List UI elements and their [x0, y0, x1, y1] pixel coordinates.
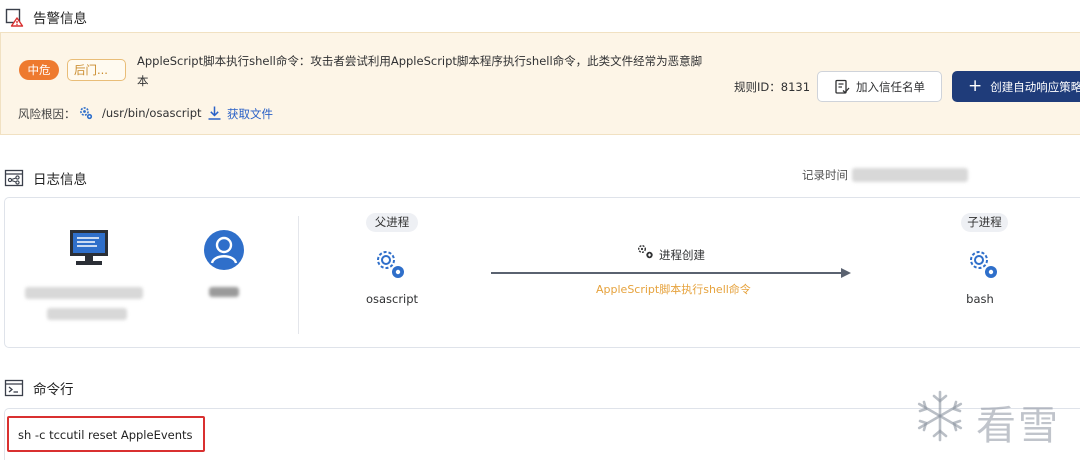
command-section-title: 命令行	[33, 382, 74, 398]
create-button-label: 创建自动响应策略	[990, 79, 1080, 94]
divider	[298, 216, 299, 334]
rule-id: 规则ID：8131	[734, 80, 811, 94]
parent-process-name: osascript	[365, 292, 419, 306]
alert-description: AppleScript脚本执行shell命令：攻击者尝试利用AppleScrip…	[137, 54, 703, 88]
root-cause-label: 风险根因：	[18, 107, 76, 121]
watermark-text: 看雪	[976, 403, 1060, 449]
process-create-icon	[637, 244, 655, 260]
severity-tag: 中危	[19, 60, 59, 80]
alert-section-title: 告警信息	[33, 11, 87, 27]
add-to-trust-list-button[interactable]: 加入信任名单	[817, 71, 942, 102]
plus-icon: +	[968, 76, 983, 96]
process-arrow	[491, 272, 843, 274]
process-create-label: 进程创建	[659, 248, 705, 262]
log-section-header: 日志信息	[0, 166, 87, 190]
record-time-value-redacted	[852, 168, 968, 182]
username-redacted	[209, 287, 239, 297]
download-icon[interactable]	[207, 105, 222, 121]
trust-button-label: 加入信任名单	[856, 79, 925, 94]
create-response-policy-button[interactable]: + 创建自动响应策略	[952, 71, 1080, 102]
host-ip-redacted	[47, 308, 127, 320]
user-avatar-icon	[204, 230, 244, 270]
alert-panel: 中危 后门... AppleScript脚本执行shell命令：攻击者尝试利用A…	[0, 32, 1080, 135]
snowflake-logo-icon	[912, 388, 968, 444]
alert-icon	[3, 6, 25, 28]
child-process-name: bash	[966, 292, 994, 306]
arrow-head-icon	[841, 268, 851, 278]
parent-process-gear-icon	[374, 248, 406, 280]
parent-process-label: 父进程	[366, 213, 418, 232]
root-cause-path: /usr/bin/osascript	[102, 106, 202, 120]
record-time-label: 记录时间	[802, 168, 848, 182]
alert-section-header: 告警信息	[0, 5, 87, 29]
log-section-title: 日志信息	[33, 172, 87, 188]
category-tag[interactable]: 后门...	[67, 59, 126, 81]
relation-description: AppleScript脚本执行shell命令	[596, 283, 751, 296]
command-section-header: 命令行	[0, 376, 74, 400]
terminal-icon	[3, 377, 25, 399]
host-monitor-icon	[68, 228, 110, 268]
child-process-label: 子进程	[961, 213, 1008, 232]
log-panel: 父进程 osascript 进程创建 AppleScript脚本执行shell命…	[4, 197, 1080, 348]
hostname-redacted	[25, 287, 143, 299]
trust-list-icon	[834, 79, 850, 95]
log-icon	[3, 167, 25, 189]
child-process-gear-icon	[967, 248, 999, 280]
download-file-link[interactable]: 获取文件	[227, 106, 273, 122]
command-line-text[interactable]: sh -c tccutil reset AppleEvents	[18, 428, 193, 442]
process-gear-icon	[78, 105, 94, 121]
